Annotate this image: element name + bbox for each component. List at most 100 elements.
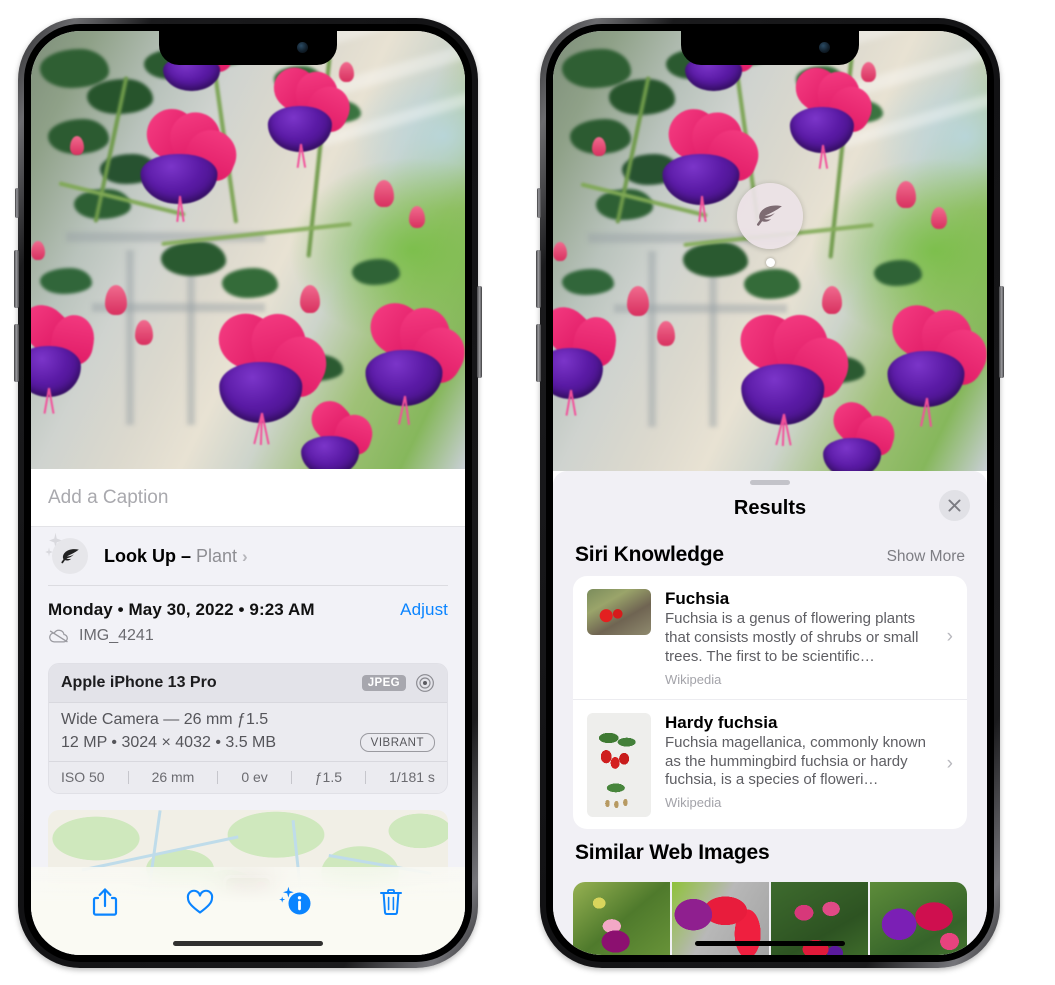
exif-iso: ISO 50 [61,769,105,785]
leaf-icon-circle [52,538,88,574]
exif-shutter-speed: 1/181 s [388,769,435,785]
mute-switch[interactable] [537,188,541,218]
exif-divider [290,770,292,784]
date-block: Monday • May 30, 2022 • 9:23 AM Adjust I… [31,586,465,649]
right-phone-notch [684,31,856,64]
camera-metadata-card[interactable]: Apple iPhone 13 Pro JPEG Wide Camera — 2… [48,663,448,794]
visual-lookup-badge[interactable] [737,183,803,267]
results-title: Results [733,496,807,519]
right-phone-bezel: Results Siri Knowledge Show More Fuchsia… [546,24,994,962]
look-up-kind: Plant [196,545,238,566]
info-sparkle-icon [278,886,311,915]
knowledge-title: Fuchsia [665,589,730,608]
results-header: Results [553,485,987,531]
home-indicator[interactable] [695,941,845,946]
photographic-style-badge: VIBRANT [359,733,435,752]
left-phone-bezel: Add a Caption Look Up – Plant › Monday •… [24,24,472,962]
section-title: Similar Web Images [575,840,770,864]
home-indicator[interactable] [173,941,323,946]
right-iphone-device: Results Siri Knowledge Show More Fuchsia… [536,18,1004,968]
leaf-icon [60,548,79,563]
power-button[interactable] [477,286,482,378]
lookup-anchor-dot [765,258,775,267]
similar-image-4[interactable] [870,881,967,955]
favorite-button[interactable] [179,881,221,923]
mute-switch[interactable] [15,188,19,218]
photo-fuchsia-right[interactable] [553,31,987,471]
trash-icon [380,889,403,915]
format-badge: JPEG [361,675,406,691]
volume-up-button[interactable] [536,250,541,308]
knowledge-thumbnail [587,712,651,817]
front-camera [297,42,308,53]
volume-down-button[interactable] [14,324,19,382]
share-icon [92,888,117,916]
knowledge-item-hardy-fuchsia[interactable]: Hardy fuchsia Fuchsia magellanica, commo… [573,698,967,829]
exif-divider [217,770,219,784]
knowledge-text: Fuchsia Fuchsia is a genus of flowering … [665,589,953,687]
file-size-info: 12 MP • 3024 × 4032 • 3.5 MB [61,733,277,751]
size-row: 12 MP • 3024 × 4032 • 3.5 MB VIBRANT [61,733,435,752]
device-name: Apple iPhone 13 Pro [61,674,217,691]
heart-icon [187,889,214,914]
knowledge-source: Wikipedia [665,671,722,687]
knowledge-description: Fuchsia magellanica, commonly known as t… [665,733,926,789]
cloud-slash-icon [49,629,68,643]
caption-placeholder: Add a Caption [48,486,169,508]
metadata-header-right: JPEG [361,673,435,693]
similar-web-images-header: Similar Web Images [553,829,987,874]
photo-info-sheet: Add a Caption Look Up – Plant › Monday •… [31,469,465,955]
exif-divider [127,770,129,784]
chevron-right-icon: › [946,753,953,775]
siri-knowledge-header: Siri Knowledge Show More [553,531,987,576]
metadata-header: Apple iPhone 13 Pro JPEG [49,664,447,703]
power-button[interactable] [999,286,1004,378]
date-row: Monday • May 30, 2022 • 9:23 AM Adjust [48,600,448,620]
exif-focal-length: 26 mm [151,769,195,785]
look-up-prefix: Look Up – [104,545,197,566]
section-title: Siri Knowledge [575,543,724,566]
look-up-label: Look Up – Plant › [104,546,248,567]
chevron-right-icon: › [946,626,953,648]
adjust-button[interactable]: Adjust [400,600,448,620]
share-button[interactable] [84,881,126,923]
close-icon [948,499,961,512]
filename-row: IMG_4241 [48,627,448,645]
knowledge-item-fuchsia[interactable]: Fuchsia Fuchsia is a genus of flowering … [573,576,967,699]
knowledge-thumbnail [587,589,651,635]
left-phone-screen: Add a Caption Look Up – Plant › Monday •… [31,31,465,955]
aperture-icon [416,674,434,692]
knowledge-text: Hardy fuchsia Fuchsia magellanica, commo… [665,713,953,817]
photo-datetime: Monday • May 30, 2022 • 9:23 AM [48,600,315,619]
chevron-right-icon: › [242,546,248,566]
info-button[interactable] [275,881,317,923]
knowledge-source: Wikipedia [665,795,722,811]
leaf-icon [757,205,782,226]
similar-image-1[interactable] [573,881,670,955]
metadata-body: Wide Camera — 26 mm ƒ1.5 12 MP • 3024 × … [49,703,447,761]
right-phone-screen: Results Siri Knowledge Show More Fuchsia… [553,31,987,955]
screenshot-stage: Add a Caption Look Up – Plant › Monday •… [0,0,1055,985]
knowledge-title: Hardy fuchsia [665,712,778,732]
siri-knowledge-card: Fuchsia Fuchsia is a genus of flowering … [573,576,967,829]
exif-exposure-comp: 0 ev [241,769,268,785]
close-button[interactable] [939,490,970,521]
exif-row: ISO 50 26 mm 0 ev ƒ1.5 1/181 s [49,761,447,793]
volume-down-button[interactable] [536,324,541,382]
look-up-row[interactable]: Look Up – Plant › [31,527,465,585]
lens-info: Wide Camera — 26 mm ƒ1.5 [61,711,269,728]
front-camera [819,42,830,53]
show-more-button[interactable]: Show More [887,548,965,566]
exif-aperture: ƒ1.5 [314,769,343,785]
caption-field-row[interactable]: Add a Caption [31,469,465,527]
look-up-icon-group [45,532,90,577]
left-iphone-device: Add a Caption Look Up – Plant › Monday •… [14,18,482,968]
leaf-badge-circle [737,183,803,249]
left-phone-notch [162,31,334,64]
volume-up-button[interactable] [14,250,19,308]
photo-fuchsia-left[interactable] [31,31,465,469]
delete-button[interactable] [370,881,412,923]
photo-filename: IMG_4241 [79,627,154,644]
knowledge-description: Fuchsia is a genus of flowering plants t… [665,610,919,665]
results-sheet: Results Siri Knowledge Show More Fuchsia… [553,471,987,955]
